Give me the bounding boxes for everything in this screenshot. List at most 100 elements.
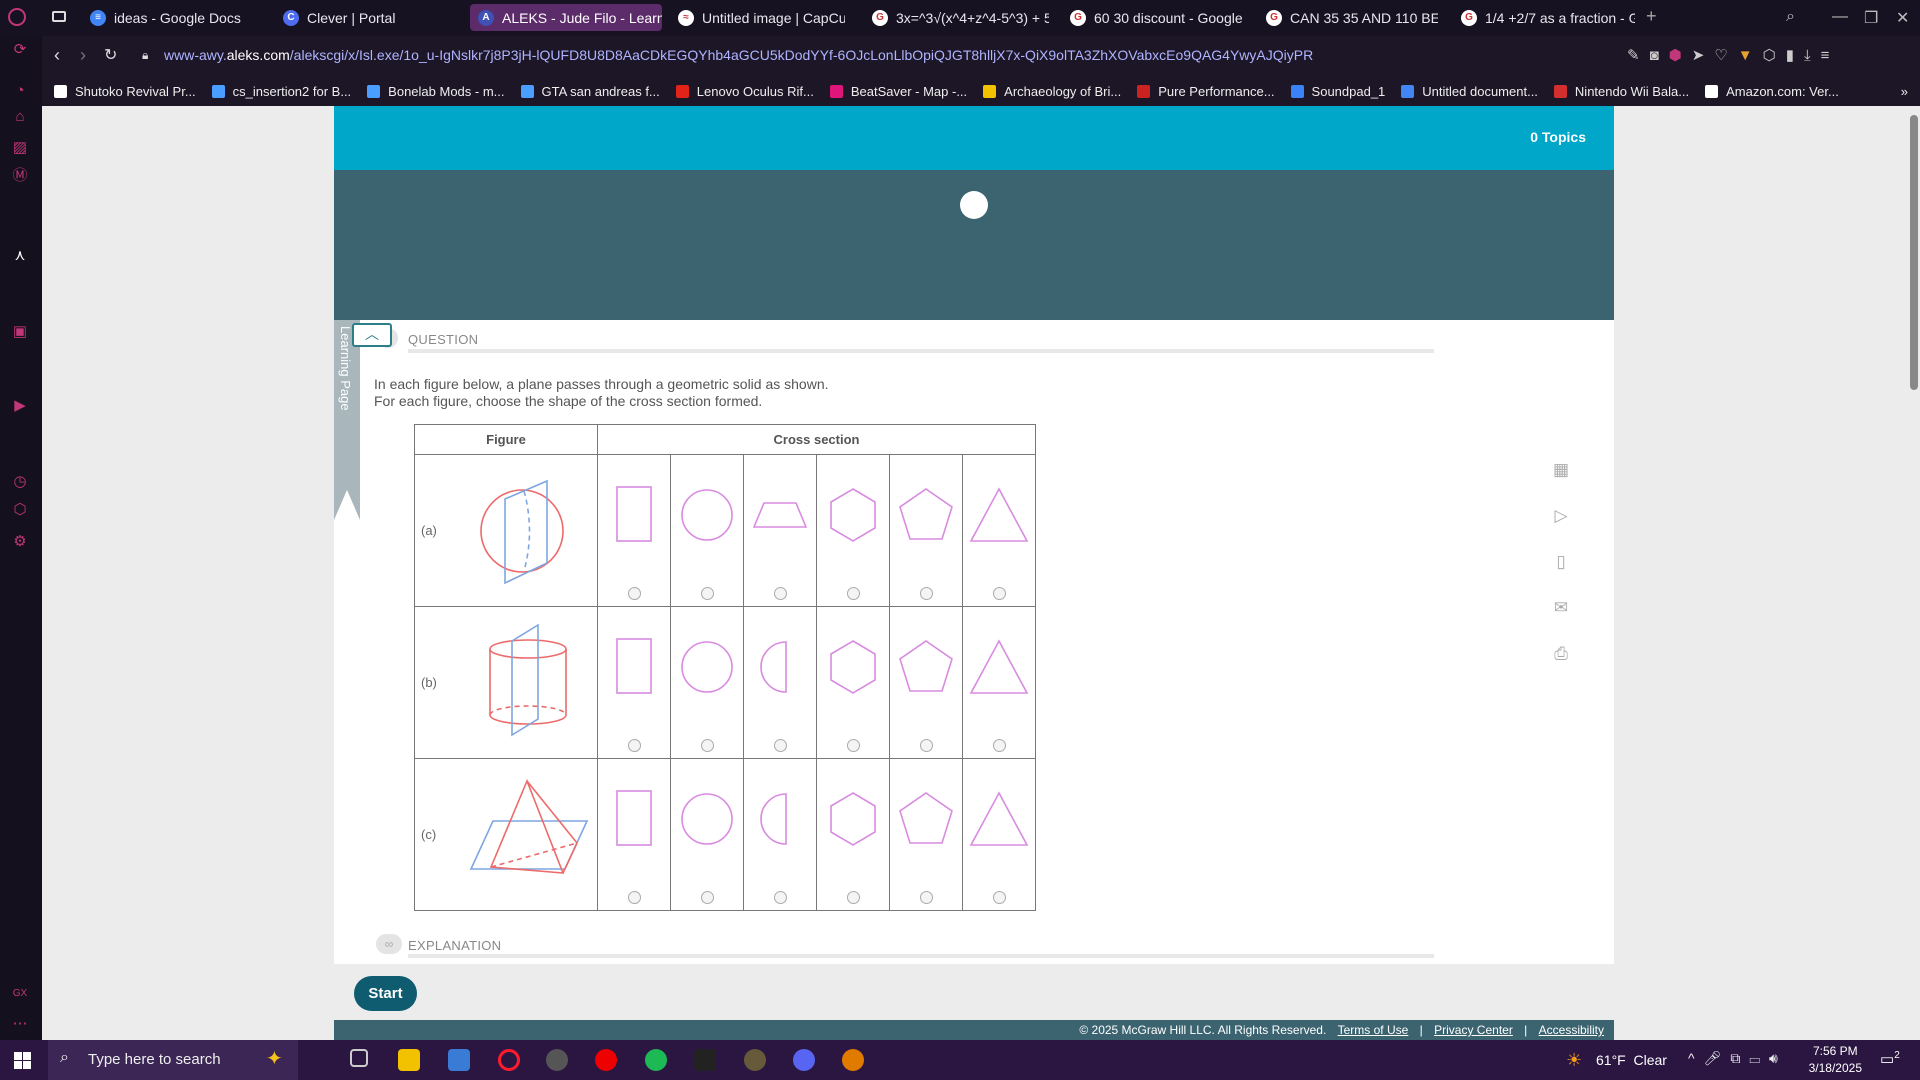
file-explorer-icon[interactable] (398, 1049, 420, 1071)
opera-gx-taskbar-icon[interactable] (498, 1049, 520, 1071)
answer-option-rectangle[interactable] (597, 606, 671, 759)
reload-icon[interactable]: ↻ (104, 45, 117, 65)
weather-text[interactable]: 61°F Clear (1596, 1052, 1667, 1068)
media-player-icon[interactable] (595, 1049, 617, 1071)
bookmark-item[interactable]: BeatSaver - Map -... (829, 84, 967, 99)
edit-icon[interactable]: ✎ (1627, 47, 1650, 64)
cube-icon[interactable]: ⬡ (1763, 47, 1786, 64)
answer-option-circle[interactable] (670, 454, 744, 607)
bookmark-item[interactable]: GTA san andreas f... (520, 84, 660, 99)
download-icon[interactable]: ⤓ (1804, 47, 1821, 64)
calculator-icon[interactable]: ▦ (1550, 460, 1572, 480)
heart-icon[interactable]: ♡ (1714, 47, 1737, 64)
radio-button[interactable] (993, 739, 1006, 752)
game-icon[interactable] (744, 1049, 766, 1071)
bookmarks-overflow-icon[interactable]: » (1901, 84, 1908, 99)
radio-button[interactable] (847, 891, 860, 904)
send-icon[interactable]: ➤ (1692, 47, 1715, 64)
gx-icon[interactable]: GX (11, 988, 29, 1006)
call-of-duty-icon[interactable] (694, 1049, 716, 1071)
privacy-link[interactable]: Privacy Center (1434, 1023, 1513, 1037)
radio-button[interactable] (774, 739, 787, 752)
answer-option-triangle[interactable] (962, 758, 1036, 911)
answer-option-rectangle[interactable] (597, 454, 671, 607)
radio-button[interactable] (628, 587, 641, 600)
aleks-sidebar-icon[interactable]: ⋏ (11, 246, 29, 264)
bookmark-item[interactable]: cs_insertion2 for B... (211, 84, 351, 99)
tab-4[interactable]: ≈ Untitled image | CapCut (670, 4, 845, 31)
task-view-icon[interactable] (350, 1049, 368, 1067)
minimize-button[interactable]: — (1832, 8, 1848, 26)
explanation-heading[interactable]: EXPLANATION (408, 938, 501, 953)
bookmark-item[interactable]: Untitled document... (1401, 84, 1538, 99)
dictionary-icon[interactable]: ▯ (1550, 552, 1572, 572)
tab-1[interactable]: ≡ ideas - Google Docs (82, 4, 252, 31)
answer-option-circle[interactable] (670, 758, 744, 911)
answer-option-trapezoid[interactable] (743, 454, 817, 607)
url-field[interactable]: www-awy.aleks.com/alekscgi/x/Isl.exe/1o_… (164, 47, 1313, 63)
aria-icon[interactable]: ◔ (11, 82, 29, 100)
print-icon[interactable]: ⎙ (1550, 644, 1572, 664)
answer-option-hexagon[interactable] (816, 606, 890, 759)
bookmark-item[interactable]: Archaeology of Bri... (983, 84, 1121, 99)
learning-page-tab[interactable]: Learning Page (334, 320, 360, 520)
menu-icon[interactable]: ≡ (1821, 47, 1840, 64)
vpn-shield-icon[interactable]: ⬢ (1669, 47, 1692, 64)
scrollbar-thumb[interactable] (1910, 115, 1918, 390)
video-icon[interactable]: ▷ (1550, 506, 1572, 526)
extensions-icon[interactable]: ⬡ (11, 500, 29, 518)
windows-start-icon[interactable] (14, 1052, 31, 1069)
settings-gear-icon[interactable]: ⚙ (11, 532, 29, 550)
back-icon[interactable]: ‹ (54, 45, 60, 66)
answer-option-semicircle[interactable] (743, 758, 817, 911)
tab-8[interactable]: G 1/4 +2/7 as a fraction - Go (1453, 4, 1635, 31)
spotify-icon[interactable] (645, 1049, 667, 1071)
radio-button[interactable] (920, 739, 933, 752)
restore-button[interactable]: ❐ (1864, 8, 1878, 28)
bookmark-item[interactable]: Soundpad_1 (1290, 84, 1385, 99)
store-icon[interactable] (448, 1049, 470, 1071)
radio-button[interactable] (701, 739, 714, 752)
radio-button[interactable] (993, 891, 1006, 904)
mail-icon[interactable]: ✉ (1550, 598, 1572, 618)
terms-link[interactable]: Terms of Use (1338, 1023, 1409, 1037)
radio-button[interactable] (628, 739, 641, 752)
radio-button[interactable] (847, 739, 860, 752)
radio-button[interactable] (701, 891, 714, 904)
close-button[interactable]: ✕ (1896, 8, 1909, 28)
answer-option-pentagon[interactable] (889, 454, 963, 607)
app-icon[interactable] (546, 1049, 568, 1071)
profile-icon[interactable]: ▮ (1786, 47, 1804, 64)
start-button[interactable]: Start (354, 976, 417, 1011)
tab-6[interactable]: G 60 30 discount - Google S (1062, 4, 1242, 31)
history-icon[interactable]: ◷ (11, 472, 29, 490)
radio-button[interactable] (774, 891, 787, 904)
tab-3[interactable]: A ALEKS - Jude Filo - Learn (470, 4, 662, 31)
opera-logo-icon[interactable] (8, 8, 26, 26)
trophy-icon[interactable]: ▼ (1738, 47, 1763, 64)
taskbar-clock[interactable]: 7:56 PM 3/18/2025 (1809, 1043, 1862, 1077)
system-tray-icons[interactable]: ^🎤︎⧉▭🔊︎ (1688, 1050, 1787, 1067)
pinboard-icon[interactable]: ▨ (11, 138, 29, 156)
explanation-section-icon[interactable]: ∞ (376, 934, 402, 954)
answer-option-circle[interactable] (670, 606, 744, 759)
notification-icon[interactable]: ▭2 (1880, 1050, 1900, 1068)
accessibility-link[interactable]: Accessibility (1539, 1023, 1604, 1037)
bookmark-item[interactable]: Lenovo Oculus Rif... (675, 84, 814, 99)
answer-option-pentagon[interactable] (889, 758, 963, 911)
player-icon[interactable]: ▶ (11, 396, 29, 414)
answer-option-hexagon[interactable] (816, 758, 890, 911)
more-icon[interactable]: ⋯ (11, 1014, 29, 1032)
radio-button[interactable] (701, 587, 714, 600)
discord-icon[interactable] (793, 1049, 815, 1071)
answer-option-triangle[interactable] (962, 606, 1036, 759)
camera-icon[interactable]: ◙ (1650, 47, 1669, 64)
tab-manager-icon[interactable] (52, 11, 66, 22)
radio-button[interactable] (774, 587, 787, 600)
tab-7[interactable]: G CAN 35 35 AND 110 BE ME (1258, 4, 1438, 31)
tab-2[interactable]: C Clever | Portal (275, 4, 445, 31)
answer-option-hexagon[interactable] (816, 454, 890, 607)
bookmark-item[interactable]: Bonelab Mods - m... (367, 84, 505, 99)
messenger-icon[interactable]: Ⓜ (11, 164, 29, 184)
twitch-icon[interactable]: ▣ (11, 322, 29, 340)
